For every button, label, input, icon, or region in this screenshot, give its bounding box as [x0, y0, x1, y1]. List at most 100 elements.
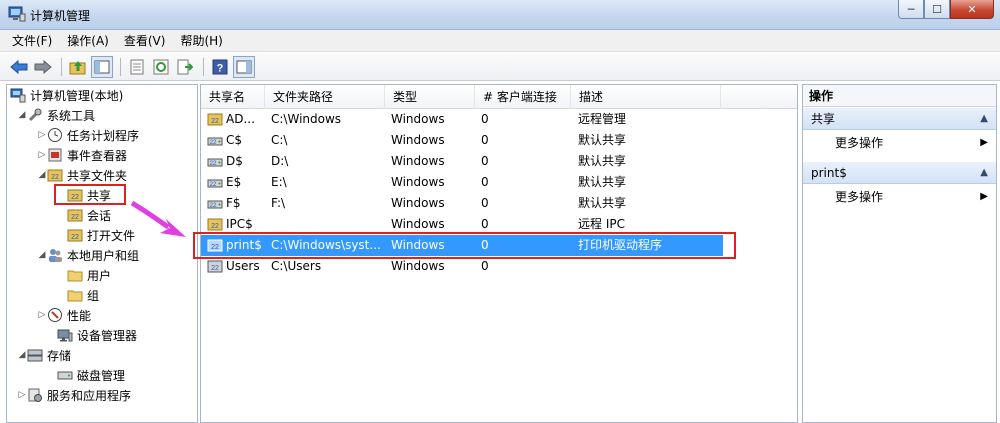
help-button[interactable]: ? [209, 56, 231, 78]
column-header-share-name[interactable]: 共享名 [201, 85, 265, 109]
maximize-button[interactable]: ☐ [924, 0, 950, 19]
tree-storage[interactable]: ◢ 存储 [17, 345, 71, 365]
menu-file[interactable]: 文件(F) [12, 32, 52, 49]
actions-pane: 操作 共享 ▲ 更多操作 ▶ print$ ▲ 更多操作 ▶ [802, 84, 997, 423]
forward-button[interactable] [32, 56, 54, 78]
window-controls: ─ ☐ ✕ [898, 0, 994, 20]
tree-groups[interactable]: 组 [67, 285, 99, 305]
tree-event-viewer[interactable]: ▷ 事件查看器 [37, 145, 127, 165]
menu-action[interactable]: 操作(A) [67, 32, 109, 49]
tree-services-apps[interactable]: ▷ 服务和应用程序 [17, 385, 131, 405]
computer-management-icon [10, 87, 26, 103]
expanded-arrow-icon[interactable]: ◢ [37, 250, 47, 260]
folder-path-cell: F:\ [271, 196, 286, 210]
type-cell: Windows [391, 133, 445, 147]
tree-sessions[interactable]: 22 会话 [67, 205, 111, 225]
export-icon [177, 59, 193, 74]
folder-path-cell: C:\ [271, 133, 288, 147]
show-hide-tree-button[interactable] [91, 55, 113, 78]
export-list-button[interactable] [174, 56, 196, 78]
svg-text:22: 22 [71, 234, 79, 241]
event-viewer-icon [47, 147, 63, 163]
tree-services-apps-label: 服务和应用程序 [47, 388, 132, 403]
storage-icon [27, 347, 43, 363]
show-hide-action-pane-button[interactable] [233, 55, 255, 78]
minimize-button[interactable]: ─ [898, 0, 924, 19]
collapse-arrow-icon[interactable]: ▲ [980, 162, 988, 184]
actions-section-print[interactable]: print$ ▲ [803, 162, 996, 184]
tree-open-files[interactable]: 22 打开文件 [67, 225, 135, 245]
tree-task-scheduler[interactable]: ▷ 任务计划程序 [37, 125, 139, 145]
menu-view[interactable]: 查看(V) [124, 32, 166, 49]
column-header-type[interactable]: 类型 [385, 85, 475, 109]
share-name-cell: AD... [226, 112, 255, 126]
tree-local-users-groups[interactable]: ◢ 本地用户和组 [37, 245, 139, 265]
tree-root[interactable]: 计算机管理(本地) [10, 85, 123, 105]
tree-device-manager[interactable]: 设备管理器 [47, 325, 137, 345]
tree-system-tools-label: 系统工具 [47, 108, 96, 123]
tree-sessions-label: 会话 [87, 208, 112, 223]
close-button[interactable]: ✕ [950, 0, 994, 19]
tree-shared-folders[interactable]: ◢ 22 共享文件夹 [37, 165, 127, 185]
tree-performance-label: 性能 [67, 308, 92, 323]
shared-drive-icon: 22 [207, 137, 223, 146]
clock-icon [47, 127, 63, 143]
expanded-arrow-icon[interactable]: ◢ [17, 110, 27, 120]
column-header-description[interactable]: 描述 [571, 85, 721, 109]
menu-help[interactable]: 帮助(H) [180, 32, 222, 49]
highlight-box-shares [54, 184, 126, 205]
description-cell: 默认共享 [578, 175, 627, 189]
tree-local-users-groups-label: 本地用户和组 [67, 248, 140, 263]
svg-text:22: 22 [211, 223, 219, 230]
shared-drive-icon: 22 [207, 179, 223, 188]
shared-drive-icon: 22 [207, 200, 223, 209]
more-actions-label: 更多操作 [835, 136, 884, 150]
column-header-folder-path[interactable]: 文件夹路径 [265, 85, 385, 109]
collapsed-arrow-icon[interactable]: ▷ [17, 390, 27, 400]
expanded-arrow-icon[interactable]: ◢ [17, 350, 27, 360]
toolbar-separator [61, 57, 62, 76]
forward-arrow-icon [34, 59, 52, 74]
highlight-box-print-share [193, 232, 736, 259]
device-manager-icon [57, 327, 73, 343]
collapsed-arrow-icon[interactable]: ▷ [37, 310, 47, 320]
back-button[interactable] [8, 56, 30, 78]
tree-performance[interactable]: ▷ 性能 [37, 305, 91, 325]
tree-users[interactable]: 用户 [67, 265, 111, 285]
more-actions-item[interactable]: 更多操作 ▶ [803, 132, 996, 154]
submenu-arrow-icon: ▶ [980, 191, 988, 202]
folder-path-cell: C:\Windows [271, 112, 342, 126]
table-row[interactable]: 22 Users C:\Users Windows 0 [201, 256, 723, 277]
collapsed-arrow-icon[interactable]: ▷ [37, 150, 47, 160]
disk-icon [57, 367, 73, 383]
back-arrow-icon [10, 59, 28, 74]
description-cell: 默认共享 [578, 154, 627, 168]
actions-section-shares[interactable]: 共享 ▲ [803, 108, 996, 130]
folder-icon [67, 287, 83, 303]
table-row[interactable]: 22 C$ C:\ Windows 0 默认共享 [201, 130, 723, 151]
tree-disk-management[interactable]: 磁盘管理 [47, 365, 125, 385]
svg-text:22: 22 [211, 265, 219, 272]
tree-groups-label: 组 [87, 288, 100, 303]
table-row[interactable]: 22 D$ D:\ Windows 0 默认共享 [201, 151, 723, 172]
table-row[interactable]: 22 AD... C:\Windows Windows 0 远程管理 [201, 109, 723, 130]
svg-text:22: 22 [211, 118, 219, 125]
tree-shared-folders-label: 共享文件夹 [67, 168, 128, 183]
column-header-client-connections[interactable]: # 客户端连接 [475, 85, 571, 109]
table-row[interactable]: 22 F$ F:\ Windows 0 默认共享 [201, 193, 723, 214]
more-actions-label: 更多操作 [835, 190, 884, 204]
more-actions-item[interactable]: 更多操作 ▶ [803, 186, 996, 208]
up-level-button[interactable] [67, 56, 89, 78]
collapsed-arrow-icon[interactable]: ▷ [37, 130, 47, 140]
expanded-arrow-icon[interactable]: ◢ [37, 170, 47, 180]
properties-button[interactable] [126, 56, 148, 78]
users-icon [47, 247, 63, 263]
share-name-cell: E$ [226, 175, 242, 189]
tools-icon [27, 107, 43, 123]
collapse-arrow-icon[interactable]: ▲ [980, 108, 988, 130]
refresh-button[interactable] [150, 56, 172, 78]
tree-system-tools[interactable]: ◢ 系统工具 [17, 105, 95, 125]
clients-cell: 0 [481, 112, 489, 126]
clients-cell: 0 [481, 133, 489, 147]
table-row[interactable]: 22 E$ E:\ Windows 0 默认共享 [201, 172, 723, 193]
